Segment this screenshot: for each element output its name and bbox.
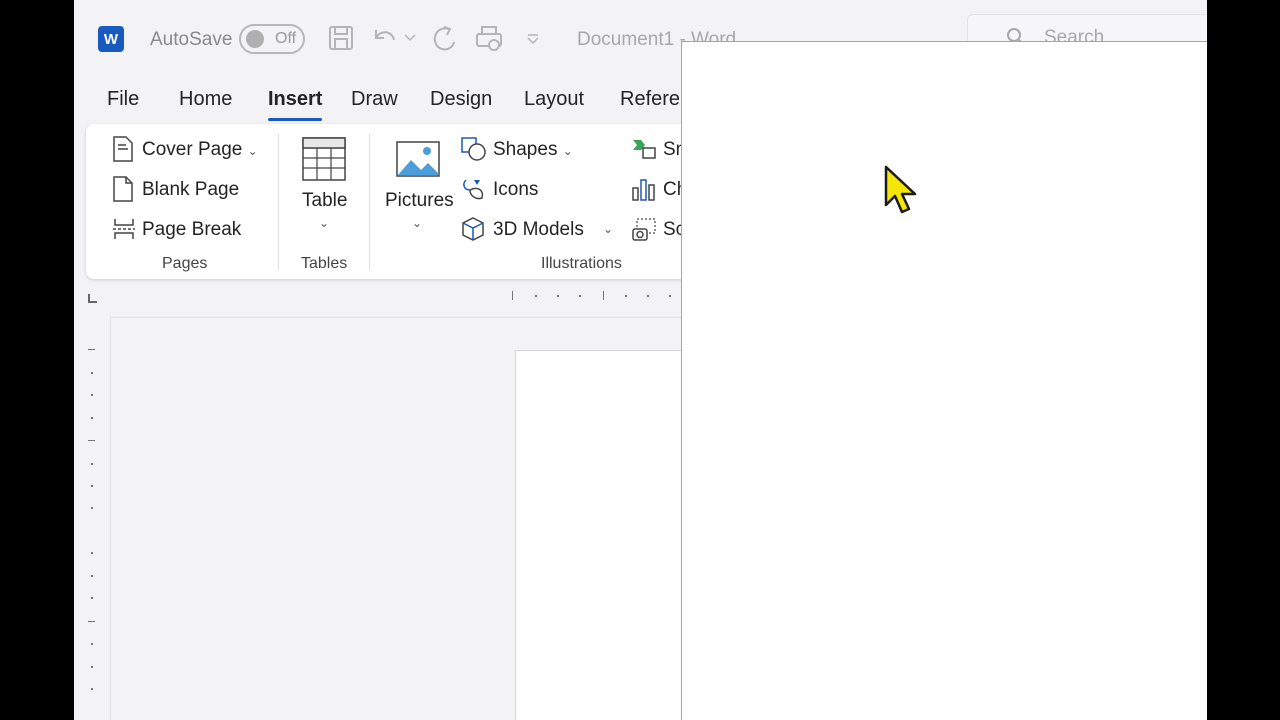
ruler-tick [579, 295, 581, 297]
vertical-ruler[interactable] [74, 317, 111, 720]
autosave-toggle[interactable]: Off [239, 24, 305, 54]
overlay-window[interactable] [681, 41, 1207, 720]
ruler-tick [88, 621, 95, 622]
undo-dropdown-chevron-icon[interactable] [404, 34, 416, 42]
tab-design[interactable]: Design [430, 88, 492, 111]
ruler-tick [91, 417, 93, 419]
tab-layout[interactable]: Layout [524, 88, 584, 111]
tab-draw[interactable]: Draw [351, 88, 398, 111]
ruler-tick [91, 552, 93, 554]
toggle-knob [246, 30, 264, 48]
table-chevron-icon[interactable]: ⌄ [319, 216, 329, 230]
chevron-down-icon: ⌄ [562, 144, 573, 158]
3d-models-button[interactable]: 3D Models [493, 219, 584, 241]
ruler-tick [91, 394, 93, 396]
blank-page-icon [113, 176, 133, 202]
pictures-icon [396, 141, 440, 177]
ruler-tick [91, 688, 93, 690]
ruler-tick [91, 643, 93, 645]
chart-icon [632, 179, 655, 201]
ruler-tick [512, 291, 513, 300]
ruler-tick [88, 349, 95, 350]
ruler-tick [647, 295, 649, 297]
pictures-button[interactable]: Pictures [385, 190, 454, 212]
smartart-icon [633, 140, 656, 159]
tab-file[interactable]: File [107, 88, 139, 111]
shapes-label: Shapes [493, 139, 558, 160]
mouse-cursor-icon [884, 165, 917, 214]
table-button[interactable]: Table [302, 190, 347, 212]
cover-page-label: Cover Page [142, 139, 243, 160]
ruler-tick [625, 295, 627, 297]
save-icon[interactable] [328, 24, 354, 52]
ruler-tick [91, 485, 93, 487]
pages-group-label: Pages [162, 255, 208, 272]
undo-icon[interactable] [370, 24, 398, 52]
ruler-tick [91, 463, 93, 465]
word-logo-icon: W [98, 26, 124, 52]
screenshot-icon [632, 218, 656, 241]
tab-stop-selector[interactable] [88, 294, 97, 303]
autosave-state: Off [275, 30, 297, 47]
ruler-tick [603, 291, 604, 300]
customize-quick-access-icon[interactable] [526, 34, 540, 44]
page-break-icon [113, 219, 135, 239]
page-break-button[interactable]: Page Break [142, 219, 241, 241]
blank-page-button[interactable]: Blank Page [142, 179, 239, 201]
ruler-tick [91, 597, 93, 599]
ruler-tick [91, 575, 93, 577]
ruler-tick [91, 507, 93, 509]
tab-home[interactable]: Home [179, 88, 232, 111]
autosave-label: AutoSave [150, 29, 233, 50]
tab-insert[interactable]: Insert [268, 88, 323, 121]
redo-icon[interactable] [430, 24, 458, 54]
icons-button[interactable]: Icons [493, 179, 538, 201]
shapes-button[interactable]: Shapes ⌄ [493, 139, 573, 161]
tables-group-label: Tables [301, 255, 348, 272]
ruler-tick [535, 295, 537, 297]
shapes-icon [461, 137, 486, 161]
group-separator [369, 134, 370, 270]
tab-references[interactable]: Refere [620, 88, 680, 111]
pictures-chevron-icon[interactable]: ⌄ [412, 216, 422, 230]
print-preview-icon[interactable] [474, 24, 504, 54]
3d-models-icon [462, 217, 484, 241]
table-icon [302, 137, 346, 181]
ruler-tick [557, 295, 559, 297]
group-separator [278, 134, 279, 270]
ruler-tick [88, 440, 95, 441]
cover-page-icon [113, 136, 133, 162]
illustrations-group-label: Illustrations [541, 255, 622, 272]
ruler-tick [669, 295, 671, 297]
chevron-down-icon: ⌄ [247, 144, 258, 158]
ruler-tick [91, 372, 93, 374]
3d-models-chevron-icon[interactable]: ⌄ [603, 222, 613, 236]
icons-icon [463, 179, 484, 200]
ruler-tick [91, 666, 93, 668]
cover-page-button[interactable]: Cover Page ⌄ [142, 139, 258, 161]
